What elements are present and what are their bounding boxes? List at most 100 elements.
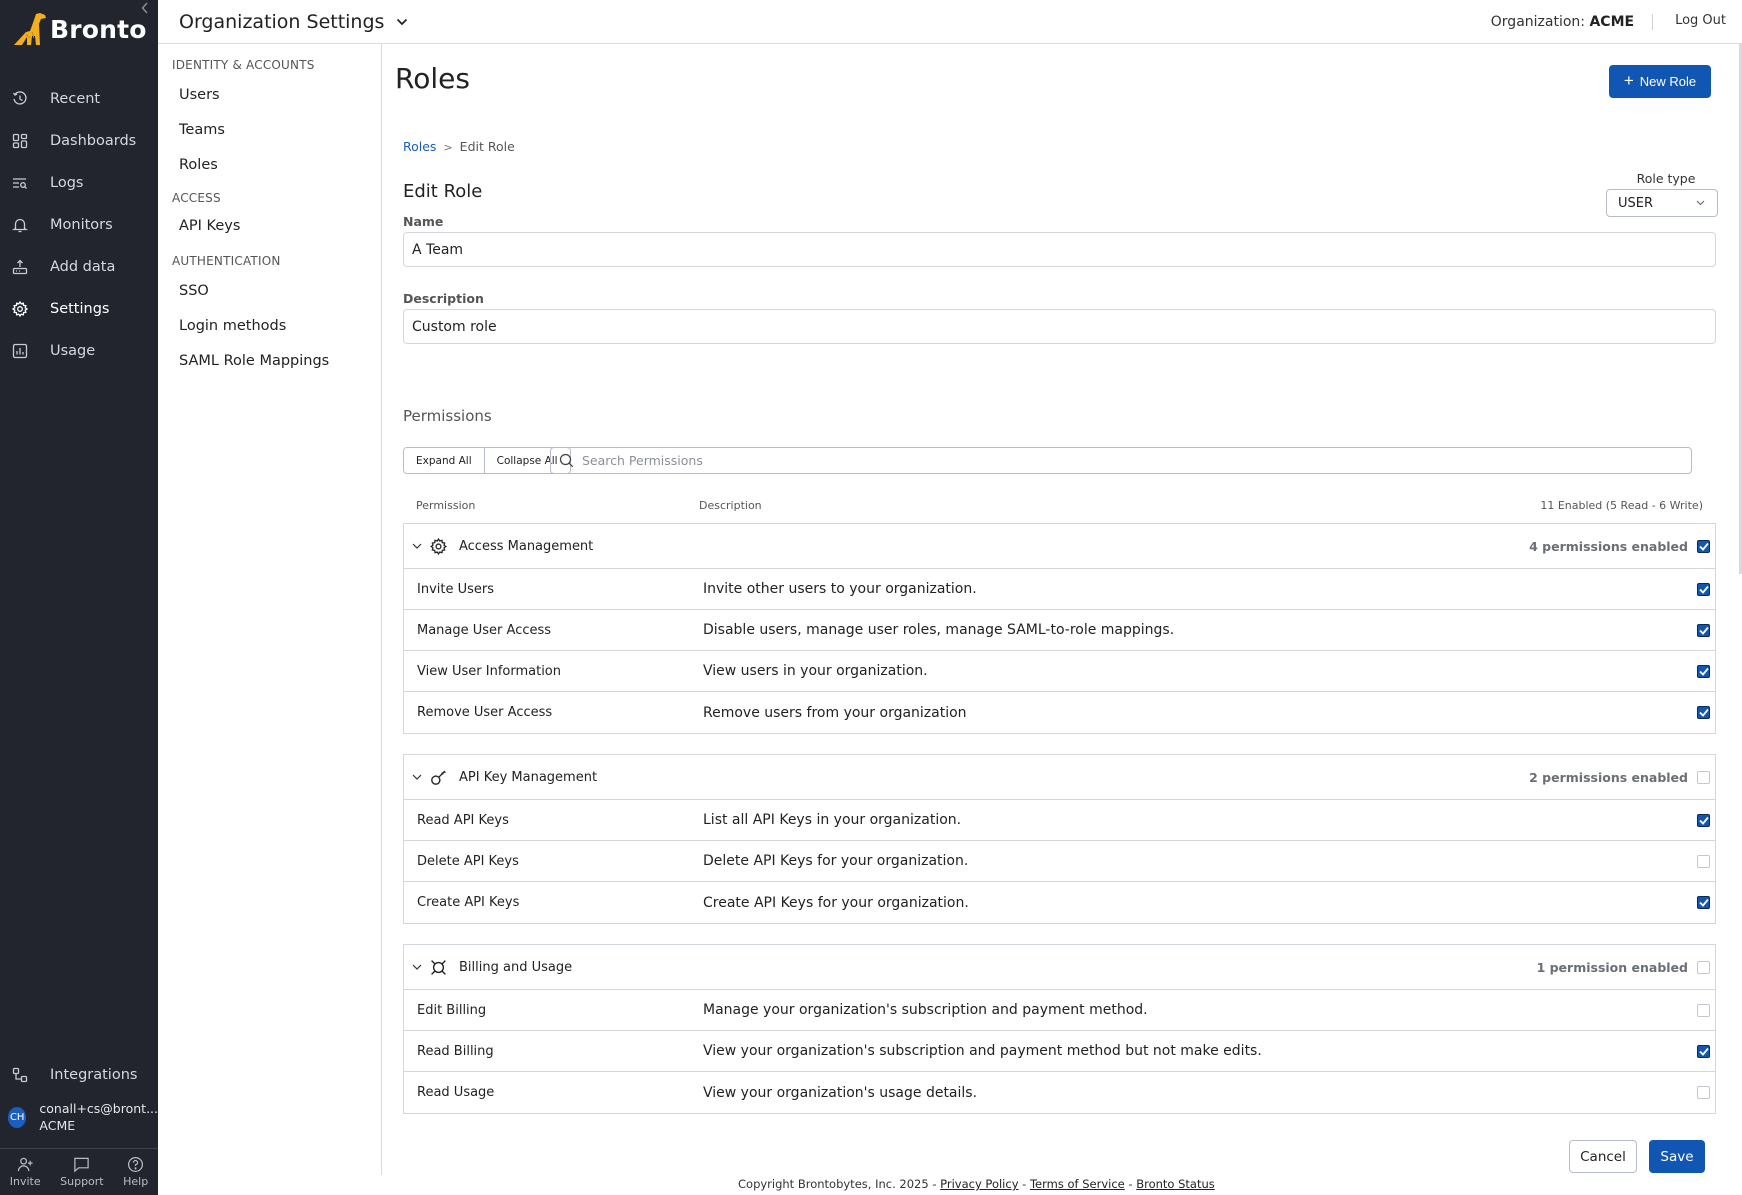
nav-bottom: Integrations xyxy=(0,1055,158,1097)
cancel-button[interactable]: Cancel xyxy=(1569,1140,1637,1173)
enabled-summary: 11 Enabled (5 Read - 6 Write) xyxy=(1540,499,1703,512)
organization-name: ACME xyxy=(1589,14,1635,30)
help-circle-icon xyxy=(128,1156,144,1173)
invite-label: Invite xyxy=(9,1175,41,1188)
search-icon xyxy=(559,453,574,468)
nav-item-monitors[interactable]: Monitors xyxy=(0,204,158,246)
page-title: Roles xyxy=(395,62,470,95)
permission-checkbox[interactable] xyxy=(1697,1044,1710,1058)
permission-checkbox[interactable] xyxy=(1697,854,1710,868)
brand-name: Bronto xyxy=(50,14,147,44)
permission-name: Read API Keys xyxy=(417,812,509,828)
subnav-item-sso[interactable]: SSO xyxy=(158,274,381,309)
nav-item-integrations[interactable]: Integrations xyxy=(0,1054,158,1096)
subnav-item-users[interactable]: Users xyxy=(158,78,381,113)
gear-icon xyxy=(430,537,447,555)
main-sidebar: Bronto Recent Dashboards Logs Monitors A… xyxy=(0,0,158,1195)
nav-item-settings[interactable]: Settings xyxy=(0,288,158,330)
terms-of-service-link[interactable]: Terms of Service xyxy=(1030,1177,1125,1191)
history-icon xyxy=(12,91,27,105)
new-role-button[interactable]: + New Role xyxy=(1609,65,1711,98)
permission-name: Remove User Access xyxy=(417,705,553,720)
subnav-item-api-keys[interactable]: API Keys xyxy=(158,209,381,244)
nav-label: Settings xyxy=(50,301,110,317)
chevron-down-icon xyxy=(412,774,422,780)
expand-all-button[interactable]: Expand All xyxy=(404,448,484,473)
bronto-status-link[interactable]: Bronto Status xyxy=(1136,1177,1215,1191)
privacy-policy-link[interactable]: Privacy Policy xyxy=(940,1177,1018,1191)
permissions-search[interactable] xyxy=(550,447,1692,474)
group-select-all-checkbox[interactable] xyxy=(1697,539,1710,553)
permission-checkbox[interactable] xyxy=(1697,582,1710,596)
copyright-text: Copyright Brontobytes, Inc. 2025 xyxy=(738,1177,929,1191)
bronto-logo[interactable]: Bronto xyxy=(12,12,147,46)
nav-item-recent[interactable]: Recent xyxy=(0,78,158,120)
chat-icon xyxy=(74,1157,90,1173)
expand-collapse-group: Expand All Collapse All xyxy=(403,447,571,474)
breadcrumb-roles-link[interactable]: Roles xyxy=(403,139,436,154)
permission-row: Invite Users Invite other users to your … xyxy=(404,569,1715,610)
subnav-item-teams[interactable]: Teams xyxy=(158,113,381,148)
user-email: conall+cs@bront... xyxy=(39,1101,158,1116)
support-label: Support xyxy=(60,1175,104,1188)
permission-name: Read Usage xyxy=(417,1085,495,1100)
subnav-section-access: ACCESS xyxy=(172,191,221,205)
name-input[interactable] xyxy=(403,232,1716,267)
group-select-all-checkbox[interactable] xyxy=(1697,960,1710,974)
help-button[interactable]: Help xyxy=(123,1156,148,1188)
role-type-select[interactable]: USER xyxy=(1606,189,1718,217)
logout-link[interactable]: Log Out xyxy=(1675,13,1726,28)
permission-name: Edit Billing xyxy=(417,1002,487,1018)
save-button[interactable]: Save xyxy=(1649,1140,1705,1173)
nav-item-logs[interactable]: Logs xyxy=(0,162,158,204)
permission-description: Disable users, manage user roles, manage… xyxy=(703,622,1175,638)
subnav-item-roles[interactable]: Roles xyxy=(158,148,381,183)
nav-item-usage[interactable]: Usage xyxy=(0,330,158,372)
key-icon xyxy=(431,770,446,785)
permission-group-api-key-management: API Key Management 2 permissions enabled… xyxy=(403,754,1716,924)
user-menu[interactable]: CH conall+cs@bront... ACME xyxy=(0,1100,158,1134)
group-select-all-checkbox[interactable] xyxy=(1697,770,1710,784)
search-permissions-input[interactable] xyxy=(582,453,1582,468)
subnav-item-login-methods[interactable]: Login methods xyxy=(158,309,381,344)
permission-name: View User Information xyxy=(417,663,561,679)
permission-description: View your organization's subscription an… xyxy=(703,1043,1262,1059)
description-label: Description xyxy=(403,291,484,306)
bronto-dinosaur-icon xyxy=(14,13,46,45)
user-org: ACME xyxy=(39,1118,76,1133)
permission-checkbox[interactable] xyxy=(1697,664,1710,678)
nav-item-dashboards[interactable]: Dashboards xyxy=(0,120,158,162)
nav-label: Dashboards xyxy=(50,133,137,149)
group-enabled-count: 1 permission enabled xyxy=(1536,959,1688,975)
subnav-item-saml-role-mappings[interactable]: SAML Role Mappings xyxy=(158,344,381,379)
permission-name: Invite Users xyxy=(417,581,495,597)
settings-subnav: IDENTITY & ACCOUNTS Users Teams Roles AC… xyxy=(158,44,382,1175)
nav-item-add-data[interactable]: Add data xyxy=(0,246,158,288)
nav-label: Add data xyxy=(50,259,116,275)
permission-description: Delete API Keys for your organization. xyxy=(703,853,969,869)
permission-checkbox[interactable] xyxy=(1697,1003,1710,1017)
permission-checkbox[interactable] xyxy=(1697,706,1710,719)
checkmark-icon xyxy=(1698,667,1709,676)
support-button[interactable]: Support xyxy=(60,1156,104,1188)
org-settings-dropdown[interactable]: Organization Settings xyxy=(179,11,408,33)
permission-name: Create API Keys xyxy=(417,895,520,910)
group-name: Access Management xyxy=(459,538,594,554)
permission-checkbox[interactable] xyxy=(1697,1086,1710,1099)
group-header[interactable]: Access Management 4 permissions enabled xyxy=(404,524,1715,569)
group-header[interactable]: API Key Management 2 permissions enabled xyxy=(404,755,1715,800)
checkmark-icon xyxy=(1698,542,1709,551)
footer-separator: - xyxy=(1128,1177,1133,1191)
checkmark-icon xyxy=(1698,816,1709,825)
permission-checkbox[interactable] xyxy=(1697,813,1710,827)
nav-label: Monitors xyxy=(50,217,113,233)
invite-button[interactable]: Invite xyxy=(10,1156,41,1188)
footer-separator: - xyxy=(932,1177,937,1191)
subnav-section-authentication: AUTHENTICATION xyxy=(172,254,281,268)
permission-checkbox[interactable] xyxy=(1697,896,1710,909)
description-input[interactable] xyxy=(403,309,1716,344)
group-header[interactable]: Billing and Usage 1 permission enabled xyxy=(404,945,1715,990)
breadcrumb-current: Edit Role xyxy=(459,139,515,154)
permission-checkbox[interactable] xyxy=(1697,623,1710,637)
plus-icon: + xyxy=(1623,70,1634,90)
